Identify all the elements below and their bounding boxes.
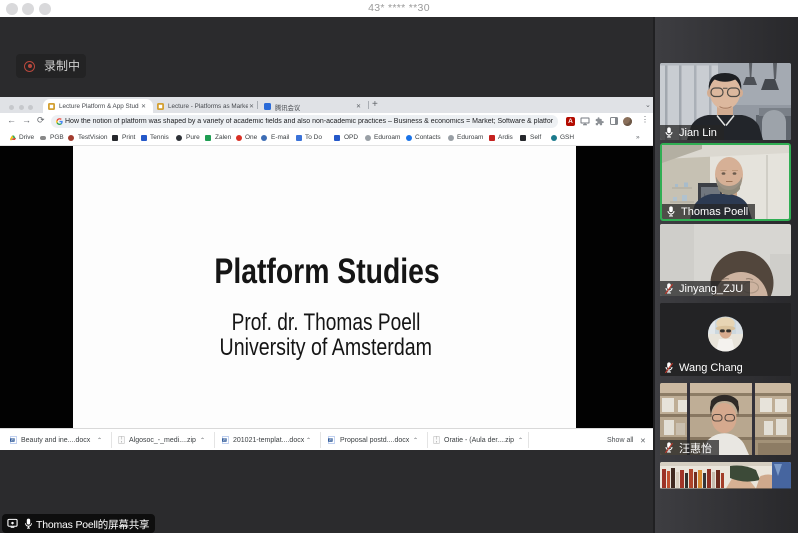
svg-text:W: W (329, 438, 332, 442)
svg-text:W: W (11, 438, 14, 442)
svg-text:W: W (223, 438, 226, 442)
